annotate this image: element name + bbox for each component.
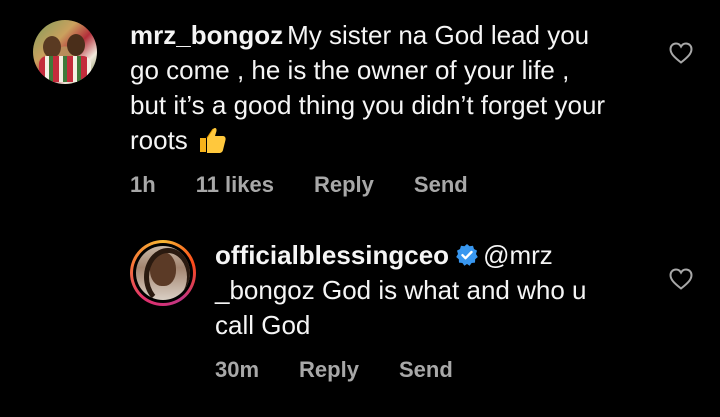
comment-item: mrz_bongoz My sister na God lead you go c…	[33, 20, 693, 198]
comment-text-block: mrz_bongoz My sister na God lead you go c…	[130, 18, 610, 158]
heart-outline-icon[interactable]	[669, 268, 693, 290]
comment-text-block: officialblessingceo @mrz _bongoz God is …	[215, 238, 610, 343]
thumbs-up-emoji-icon	[200, 127, 226, 153]
comment-meta: 30m Reply Send	[215, 357, 693, 383]
reply-comment-item: officialblessingceo @mrz _bongoz God is …	[130, 240, 693, 383]
send-button[interactable]: Send	[399, 357, 453, 383]
comment-body: mrz_bongoz My sister na God lead you go c…	[130, 20, 693, 198]
verified-badge-icon	[456, 244, 478, 266]
avatar-gap	[133, 243, 193, 303]
likes-count[interactable]: 11 likes	[196, 172, 274, 198]
reply-button[interactable]: Reply	[299, 357, 359, 383]
comment-time: 1h	[130, 172, 156, 197]
story-ring[interactable]	[130, 240, 196, 306]
reply-button[interactable]: Reply	[314, 172, 374, 198]
avatar[interactable]	[33, 20, 97, 84]
heart-outline-icon[interactable]	[669, 42, 693, 64]
avatar	[136, 246, 190, 300]
comment-username[interactable]: officialblessingceo	[215, 240, 449, 270]
comment-meta: 1h 11 likes Reply Send	[130, 172, 693, 198]
comment-username[interactable]: mrz_bongoz	[130, 20, 283, 50]
send-button[interactable]: Send	[414, 172, 468, 198]
comment-body: officialblessingceo @mrz _bongoz God is …	[215, 240, 693, 383]
comment-time: 30m	[215, 357, 260, 382]
